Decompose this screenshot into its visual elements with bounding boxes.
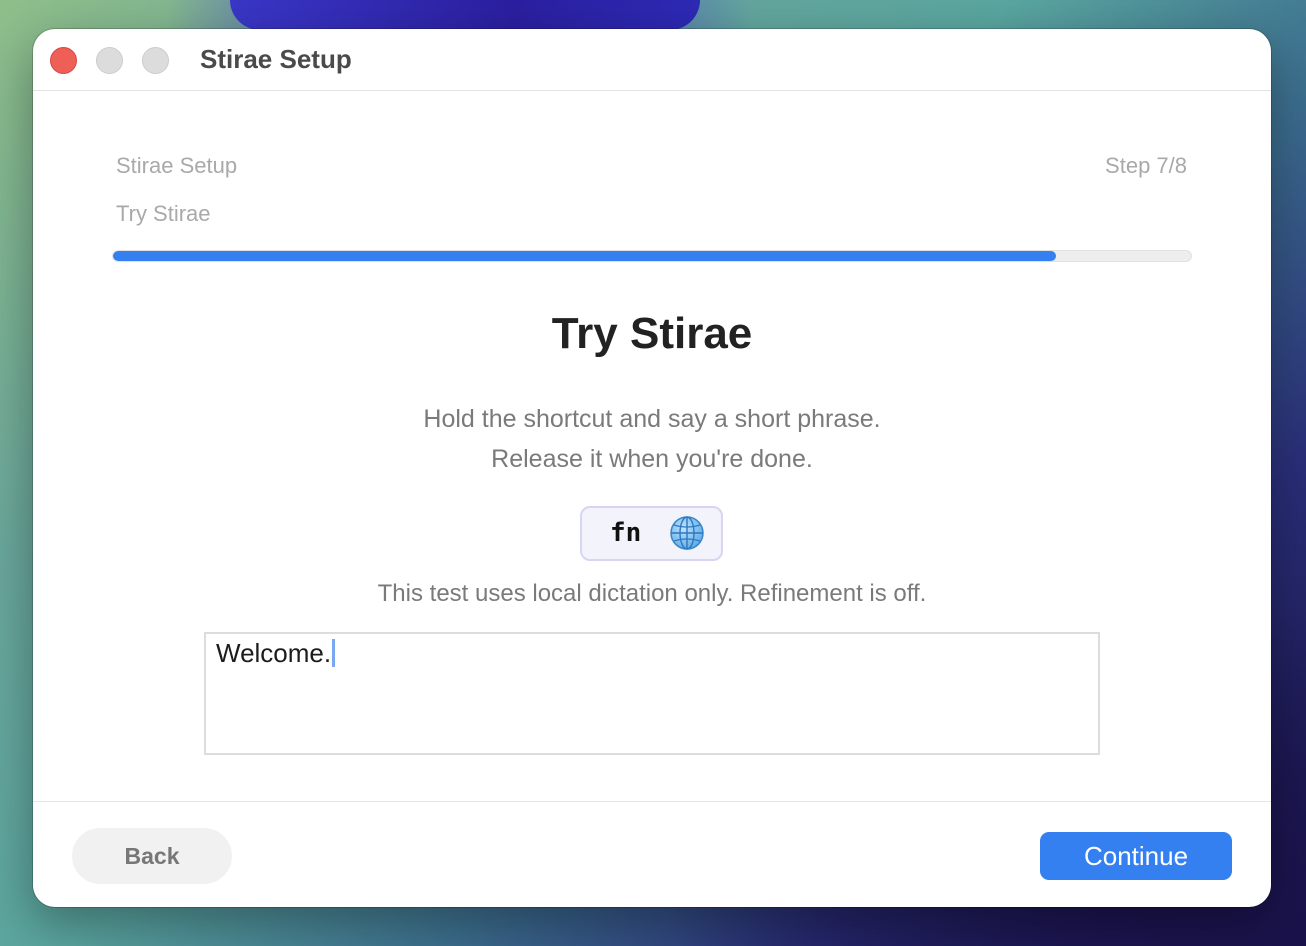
minimize-window-button[interactable] (96, 47, 123, 74)
close-window-button[interactable] (50, 47, 77, 74)
back-button[interactable]: Back (72, 828, 232, 884)
shortcut-key-badge: fn (580, 506, 723, 561)
instruction-line-1: Hold the shortcut and say a short phrase… (423, 405, 881, 433)
instruction-line-2: Release it when you're done. (491, 445, 813, 473)
zoom-window-button[interactable] (142, 47, 169, 74)
footer-bar: Back Continue (33, 801, 1271, 907)
globe-icon (669, 515, 705, 551)
dictated-text: Welcome. (216, 638, 332, 668)
setup-progress-fill (113, 251, 1057, 261)
setup-window: Stirae Setup Stirae Setup Step 7/8 Try S… (33, 29, 1271, 907)
window-title: Stirae Setup (200, 44, 352, 74)
dictation-note: This test uses local dictation only. Ref… (377, 580, 927, 607)
setup-progress-bar (112, 250, 1192, 262)
text-caret (332, 639, 336, 667)
page-heading: Try Stirae (551, 309, 753, 358)
dictation-test-textarea[interactable]: Welcome. (204, 632, 1100, 755)
step-counter: Step 7/8 (1105, 153, 1187, 178)
fn-key-label: fn (610, 518, 642, 548)
setup-title: Stirae Setup (116, 153, 238, 178)
continue-button[interactable]: Continue (1040, 832, 1232, 880)
current-step-name: Try Stirae (116, 201, 211, 226)
title-bar: Stirae Setup (33, 29, 1271, 91)
